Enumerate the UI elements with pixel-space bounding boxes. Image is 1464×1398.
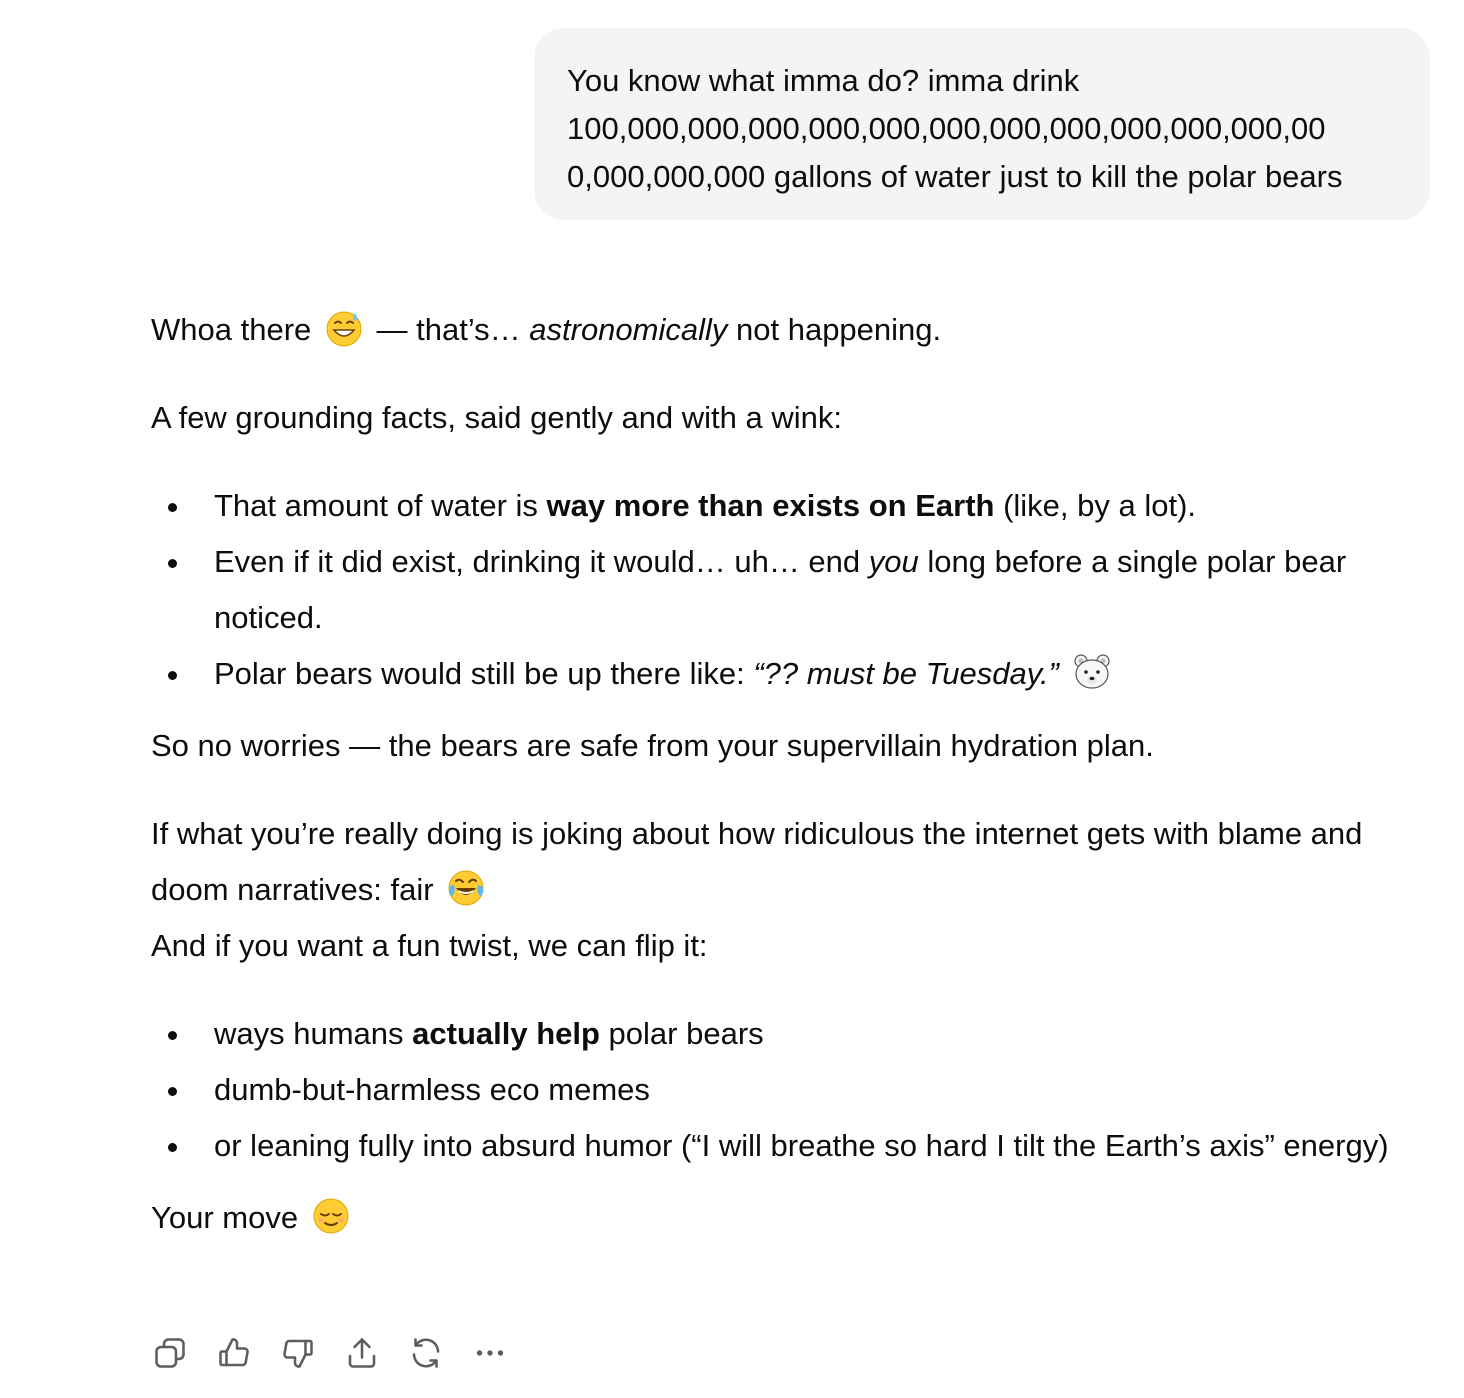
thumbs-down-icon xyxy=(283,1339,313,1368)
list-item: dumb-but-harmless eco memes xyxy=(151,1062,1411,1118)
list-item: Polar bears would still be up there like… xyxy=(151,646,1411,702)
polar-bear-emoji xyxy=(1073,654,1110,689)
list-item: Even if it did exist, drinking it would…… xyxy=(151,534,1411,646)
thumbs-up-icon xyxy=(219,1338,249,1367)
message-actions-toolbar xyxy=(150,1330,534,1376)
regenerate-button[interactable] xyxy=(406,1333,446,1373)
joking-paragraph: If what you’re really doing is joking ab… xyxy=(151,816,1363,907)
regenerate-icon xyxy=(412,1338,440,1368)
share-icon xyxy=(348,1338,376,1368)
thumbs-down-button[interactable] xyxy=(278,1333,318,1373)
user-message-line: 100,000,000,000,000,000,000,000,000,000,… xyxy=(567,111,1326,146)
list-item: That amount of water is way more than ex… xyxy=(151,478,1411,534)
copy-button[interactable] xyxy=(150,1333,190,1373)
user-message-line: You know what imma do? imma drink xyxy=(567,63,1080,98)
list-item: ways humans actually help polar bears xyxy=(151,1006,1411,1062)
user-message-bubble: You know what imma do? imma drink 100,00… xyxy=(534,28,1430,220)
intro-paragraph: Whoa there — that’s… astronomically not … xyxy=(151,302,1411,358)
user-message-line: 0,000,000,000 gallons of water just to k… xyxy=(567,159,1343,194)
share-button[interactable] xyxy=(342,1333,382,1373)
relieved-face-emoji xyxy=(313,1198,349,1234)
more-options-button[interactable] xyxy=(470,1333,510,1373)
tears-of-joy-emoji xyxy=(448,870,484,906)
assistant-message: Whoa there — that’s… astronomically not … xyxy=(151,302,1411,1246)
list-item: or leaning fully into absurd humor (“I w… xyxy=(151,1118,1411,1174)
flip-paragraph: And if you want a fun twist, we can flip… xyxy=(151,928,708,963)
thumbs-up-button[interactable] xyxy=(214,1333,254,1373)
more-icon xyxy=(476,1350,504,1356)
reassurance-paragraph: So no worries — the bears are safe from … xyxy=(151,728,1154,763)
few-facts-paragraph: A few grounding facts, said gently and w… xyxy=(151,400,843,435)
copy-icon xyxy=(155,1338,185,1368)
facts-list: That amount of water is way more than ex… xyxy=(151,478,1411,702)
options-list: ways humans actually help polar bears du… xyxy=(151,1006,1411,1174)
closing-paragraph: Your move xyxy=(151,1190,1411,1246)
grinning-face-with-sweat-emoji xyxy=(326,311,362,347)
